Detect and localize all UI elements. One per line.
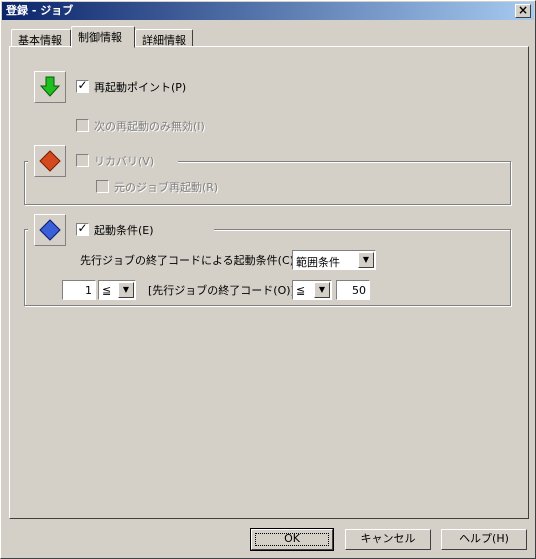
ok-button[interactable]: OK bbox=[250, 528, 334, 551]
max-operator-value: ≦ bbox=[296, 284, 306, 297]
min-exit-code-input[interactable]: 1 bbox=[62, 280, 96, 300]
restart-original-job-checkbox[interactable] bbox=[96, 180, 109, 193]
control-info-panel: ✓ 再起動ポイント(P) 次の再起動のみ無効(I) リカバリ(V) 元のジョブ再… bbox=[9, 46, 529, 519]
tab-control-info[interactable]: 制御情報 bbox=[71, 26, 135, 48]
condition-type-value: 範囲条件 bbox=[296, 256, 340, 269]
cancel-button[interactable]: キャンセル bbox=[345, 529, 431, 550]
restart-icon-box bbox=[34, 71, 66, 103]
help-button[interactable]: ヘルプ(H) bbox=[441, 529, 527, 550]
condition-type-select[interactable]: 範囲条件 ▼ bbox=[292, 250, 376, 270]
blue-diamond-icon bbox=[39, 219, 61, 241]
recovery-label: リカバリ(V) bbox=[94, 155, 155, 168]
start-condition-checkbox[interactable]: ✓ bbox=[76, 221, 89, 236]
max-exit-code-input[interactable]: 50 bbox=[336, 280, 370, 300]
green-down-arrow-icon bbox=[39, 76, 61, 97]
exit-code-condition-label: 先行ジョブの終了コードによる起動条件(C): bbox=[80, 254, 298, 267]
disable-next-restart-checkbox[interactable] bbox=[76, 119, 89, 132]
cancel-button-label: キャンセル bbox=[360, 532, 416, 545]
restart-original-job-label: 元のジョブ再起動(R) bbox=[114, 181, 219, 194]
chevron-down-icon[interactable]: ▼ bbox=[118, 282, 134, 298]
max-operator-select[interactable]: ≦ ▼ bbox=[292, 280, 332, 300]
tab-control-info-label: 制御情報 bbox=[78, 31, 122, 44]
start-condition-icon-box bbox=[34, 214, 66, 246]
disable-next-restart-label: 次の再起動のみ無効(I) bbox=[94, 120, 205, 133]
window-title: 登録 - ジョブ bbox=[6, 4, 74, 17]
restart-point-label: 再起動ポイント(P) bbox=[94, 81, 187, 94]
restart-point-checkbox[interactable]: ✓ bbox=[76, 78, 89, 93]
red-diamond-icon bbox=[39, 150, 61, 172]
chevron-down-icon[interactable]: ▼ bbox=[314, 282, 330, 298]
close-button[interactable]: × bbox=[515, 4, 531, 18]
restart-point-checkmark: ✓ bbox=[77, 78, 88, 92]
start-condition-checkmark: ✓ bbox=[77, 221, 88, 235]
recovery-icon-box bbox=[34, 145, 66, 177]
chevron-down-icon[interactable]: ▼ bbox=[358, 252, 374, 268]
title-bar[interactable]: 登録 - ジョブ × bbox=[2, 2, 534, 20]
min-operator-select[interactable]: ≦ ▼ bbox=[98, 280, 136, 300]
min-operator-value: ≦ bbox=[102, 284, 112, 297]
start-condition-label: 起動条件(E) bbox=[94, 224, 154, 237]
preceding-job-exit-code-label: [先行ジョブの終了コード(O)] bbox=[148, 284, 295, 297]
recovery-checkbox[interactable] bbox=[76, 154, 89, 167]
help-button-label: ヘルプ(H) bbox=[459, 532, 509, 545]
job-registration-dialog: 登録 - ジョブ × 基本情報 制御情報 詳細情報 ✓ 再起動ポイント(P) 次… bbox=[0, 0, 536, 559]
